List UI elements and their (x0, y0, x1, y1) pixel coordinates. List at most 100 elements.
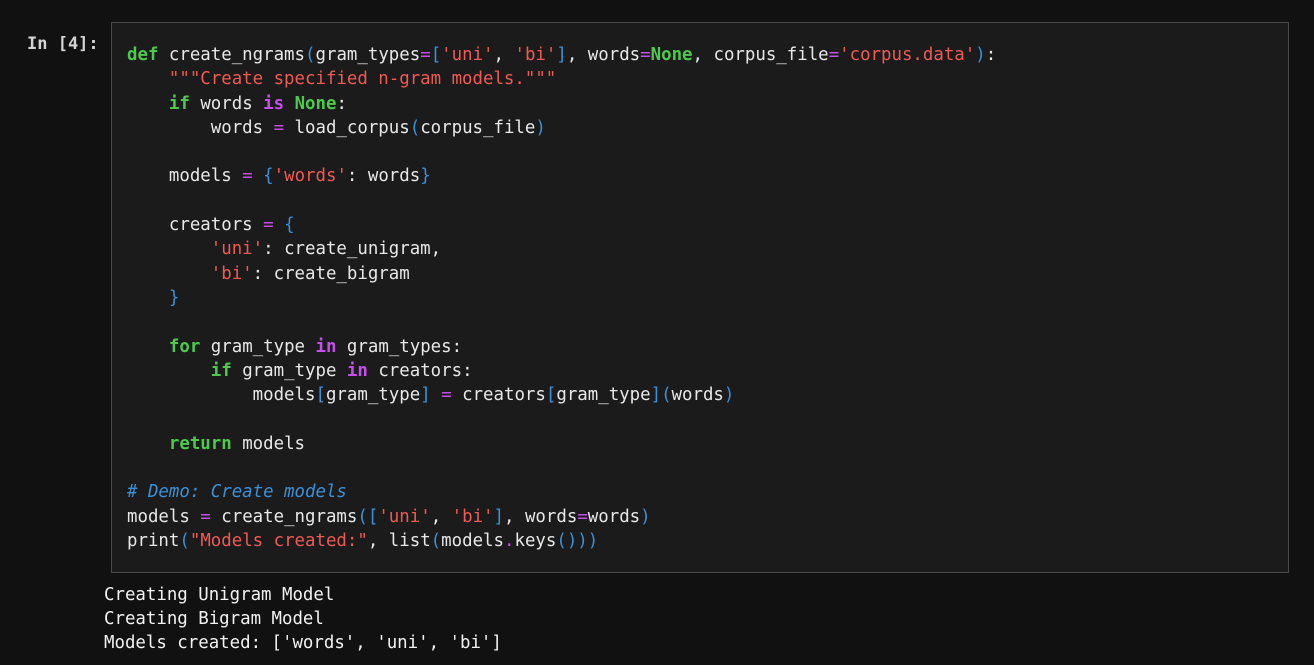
code-token: if (210, 360, 232, 381)
code-line: 'uni': create_unigram, (127, 237, 996, 261)
code-token: def (127, 45, 159, 65)
code-token: { (284, 215, 295, 236)
code-token: models (127, 506, 201, 527)
code-token: None (294, 93, 337, 114)
code-token: create_ngrams (210, 506, 358, 527)
code-token: gram_types: (336, 336, 463, 357)
code-line: ​ (127, 456, 996, 480)
code-token: ) (535, 117, 546, 138)
code-token: load_corpus (284, 117, 410, 138)
code-token: ) (723, 385, 735, 406)
code-token: , (430, 506, 452, 527)
code-token: print (127, 530, 180, 551)
code-token: models (127, 166, 243, 187)
code-token: is (263, 93, 285, 114)
code-token: creators (451, 385, 546, 406)
code-token: 'uni' (210, 239, 264, 260)
code-token: 'uni' (378, 506, 431, 527)
code-token: ] (556, 45, 567, 65)
code-token: [ (430, 45, 442, 65)
code-token: = (273, 117, 285, 138)
code-token: = (420, 45, 431, 65)
code-line: ​ (127, 407, 996, 431)
code-token: words (671, 385, 724, 406)
code-token: , (493, 45, 515, 65)
code-token: keys (514, 530, 557, 551)
output-line: Creating Bigram Model (104, 609, 324, 629)
code-token: ( (305, 45, 316, 65)
code-line: ​ (127, 310, 996, 334)
code-token: 'uni' (441, 45, 494, 65)
code-token: gram_type (231, 360, 347, 381)
code-token: 'bi' (451, 506, 494, 527)
code-token: for (168, 336, 201, 357)
code-line: ​ (127, 140, 996, 164)
code-line: ​ (127, 189, 996, 213)
code-token: in (315, 336, 337, 357)
code-line: creators = { (127, 213, 996, 237)
code-line: if gram_type in creators: (127, 359, 996, 383)
code-token: ( (430, 530, 442, 551)
code-token: creators: (367, 360, 473, 381)
code-token: models (231, 433, 306, 454)
code-line: models[gram_type] = creators[gram_type](… (127, 383, 996, 407)
code-cell-input[interactable]: def create_ngrams(gram_types=['uni', 'bi… (111, 22, 1289, 573)
code-token: models (127, 385, 316, 406)
code-token: [ (545, 385, 557, 406)
code-token: , words (504, 506, 578, 527)
code-line: def create_ngrams(gram_types=['uni', 'bi… (127, 43, 996, 67)
code-token: ([ (357, 506, 379, 527)
code-token: ) (640, 506, 651, 527)
code-token: 'bi' (514, 45, 557, 65)
code-token: ] (493, 506, 505, 527)
code-token: """Create specified n-gram models.""" (168, 69, 557, 90)
code-token: : (985, 45, 997, 65)
code-token: return (168, 433, 232, 454)
code-token: gram_type (325, 385, 421, 406)
code-token: = (242, 166, 253, 187)
output-line: Models created: ['words', 'uni', 'bi'] (104, 633, 502, 653)
code-token: = (828, 45, 840, 65)
code-token: 'corpus.data' (839, 45, 976, 65)
code-token: ] (420, 385, 431, 406)
code-token: creators (127, 215, 264, 236)
code-token: in (346, 360, 368, 381)
code-token: words (127, 117, 274, 138)
code-token: ]( (650, 385, 672, 406)
code-line: words = load_corpus(corpus_file) (127, 116, 996, 140)
code-line: return models (127, 432, 996, 456)
code-token: : create_bigram (252, 263, 410, 284)
code-token: = (263, 215, 274, 236)
code-line: """Create specified n-gram models.""" (127, 67, 996, 91)
code-token: = (640, 45, 651, 65)
code-editor[interactable]: def create_ngrams(gram_types=['uni', 'bi… (127, 43, 996, 553)
cell-output: Creating Unigram Model Creating Bigram Mo… (104, 583, 502, 655)
code-token: corpus_file (420, 117, 536, 138)
code-token: = (200, 506, 211, 527)
code-token: : create_unigram, (263, 239, 442, 260)
code-token: : words (346, 166, 421, 187)
code-token: "Models created:" (189, 530, 368, 551)
code-line: models = create_ngrams(['uni', 'bi'], wo… (127, 505, 996, 529)
code-token: models (441, 530, 504, 551)
code-token: create_ngrams (158, 45, 306, 65)
code-token: } (168, 287, 180, 308)
code-token: { (263, 166, 274, 187)
code-token: 'words' (273, 166, 347, 187)
code-token: ( (409, 117, 421, 138)
code-token: 'bi' (210, 263, 253, 284)
code-token: gram_type (200, 336, 316, 357)
code-line: 'bi': create_bigram (127, 262, 996, 286)
code-line: } (127, 286, 996, 310)
code-line: # Demo: Create models (127, 480, 996, 504)
code-token: = (441, 385, 452, 406)
code-token: ())) (556, 530, 599, 551)
